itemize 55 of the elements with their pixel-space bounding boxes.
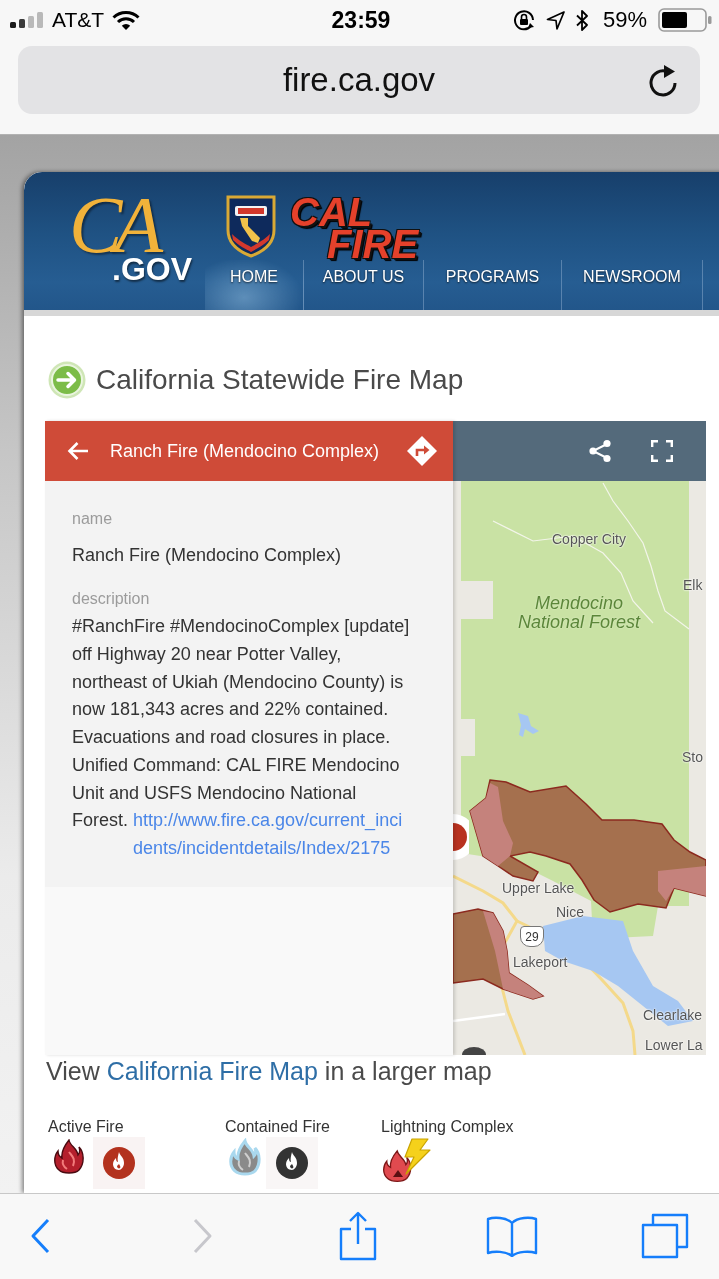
legend-label: Contained Fire — [225, 1118, 330, 1136]
location-arrow-icon — [545, 10, 565, 30]
forest-label: Mendocino National Forest — [516, 594, 642, 632]
address-field[interactable]: fire.ca.gov — [18, 46, 700, 114]
fire-marker-icon[interactable] — [453, 814, 469, 860]
legend-label: Active Fire — [48, 1118, 124, 1136]
place-label: Upper Lake — [502, 880, 575, 896]
nav-tab[interactable]: HOME — [205, 260, 304, 310]
nav-tab[interactable]: NEWSROOM — [562, 260, 703, 310]
clock-text: 23:59 — [331, 7, 391, 33]
nav-tab[interactable]: ABOUT US — [304, 260, 424, 310]
place-label: Lower La — [645, 1037, 703, 1053]
flame-icon — [52, 1139, 86, 1175]
panel-title: Ranch Fire (Mendocino Complex) — [110, 440, 380, 462]
larger-map-note: View California Fire Map in a larger map — [45, 1056, 493, 1087]
arrow-circle-icon — [47, 360, 87, 400]
carrier-text: AT&T — [52, 8, 105, 32]
map-link[interactable]: California Fire Map — [106, 1057, 318, 1085]
share-icon[interactable] — [588, 439, 612, 463]
brand-text: FIRE — [327, 228, 420, 260]
page-title: California Statewide Fire Map — [96, 363, 464, 397]
bluetooth-icon — [575, 9, 588, 31]
shield-logo-icon — [225, 194, 277, 258]
flame-icon — [227, 1138, 263, 1178]
back-icon[interactable] — [30, 1217, 50, 1254]
orientation-lock-icon — [512, 9, 535, 31]
fullscreen-icon[interactable] — [651, 440, 673, 462]
share-icon[interactable] — [338, 1210, 378, 1261]
back-arrow-icon[interactable] — [67, 440, 89, 462]
signal-icon — [10, 12, 44, 28]
field-label: name — [72, 511, 114, 527]
place-label: Sto — [682, 749, 703, 765]
lake-shape — [518, 713, 539, 737]
map-marker-icon[interactable] — [462, 1047, 486, 1055]
battery-text: 59% — [602, 8, 647, 32]
place-label: Nice — [556, 904, 584, 920]
place-label: Elk — [683, 577, 703, 593]
bookmarks-icon[interactable] — [486, 1214, 538, 1257]
directions-icon[interactable] — [406, 435, 438, 467]
place-label: Clearlake — [643, 1007, 703, 1023]
flame-badge-icon — [266, 1137, 318, 1189]
route-marker: 29 — [520, 926, 544, 947]
brand-text: CAL — [290, 196, 373, 228]
flame-lightning-icon — [381, 1138, 433, 1184]
wifi-icon — [112, 10, 141, 30]
legend-label: Lightning Complex — [381, 1118, 514, 1136]
field-label: description — [72, 591, 151, 607]
place-label: Lakeport — [513, 954, 568, 970]
description-text: #RanchFire #MendocinoComplex [update] off Highway 20 near Potter Valley, northeast of Ukiah (Mendocino County) is now 181,343 acres and 22% contained. Evacuations and road closures in place. Unified Command: CAL FIRE Mendocino Unit and USFS Mendocino National Forest. http://www.fire.ca.gov/current_incidents/incidentdetails/Index/2175 — [72, 613, 412, 863]
place-label: Copper City — [552, 531, 626, 547]
field-value: Ranch Fire (Mendocino Complex) — [72, 544, 343, 566]
tabs-icon[interactable] — [641, 1212, 689, 1259]
flame-badge-icon — [93, 1137, 145, 1189]
battery-icon — [658, 8, 712, 32]
nav-tab[interactable]: PROGRAMS — [424, 260, 562, 310]
